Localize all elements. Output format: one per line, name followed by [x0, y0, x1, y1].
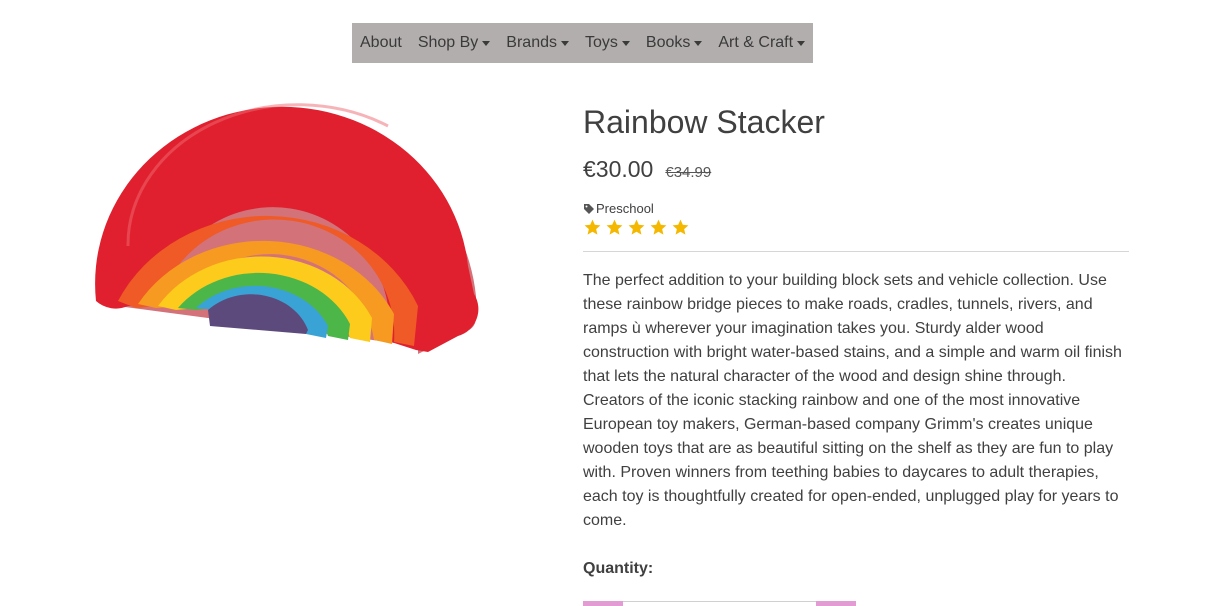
nav-books[interactable]: Books — [645, 34, 703, 52]
nav-brands[interactable]: Brands — [506, 34, 569, 52]
old-price: €34.99 — [665, 164, 712, 181]
rating-stars — [583, 218, 1129, 237]
product-description: The perfect addition to your building bl… — [583, 272, 1122, 529]
increase-quantity-button[interactable] — [816, 601, 856, 606]
quantity-stepper — [583, 601, 856, 606]
decrease-quantity-button[interactable] — [583, 601, 623, 606]
nav-about-label: About — [360, 34, 402, 51]
caret-down-icon — [797, 40, 806, 46]
star-icon — [650, 219, 667, 235]
category-tag-label: Preschool — [596, 201, 654, 216]
nav-books-label: Books — [645, 34, 691, 51]
divider — [583, 251, 1129, 252]
caret-down-icon — [482, 40, 491, 46]
quantity-input[interactable] — [623, 601, 816, 606]
star-icon — [606, 219, 623, 235]
nav-toys[interactable]: Toys — [585, 34, 630, 52]
nav-brands-label: Brands — [506, 34, 557, 51]
star-icon — [628, 219, 645, 235]
price-row: €30.00 €34.99 — [583, 156, 1129, 183]
product-image[interactable] — [88, 96, 488, 358]
product-details: Rainbow Stacker €30.00 €34.99 Preschool … — [583, 100, 1129, 578]
star-icon — [584, 219, 601, 235]
nav-shop-by-label: Shop By — [417, 34, 479, 51]
caret-down-icon — [694, 40, 703, 46]
current-price: €30.00 — [583, 156, 654, 182]
product-title: Rainbow Stacker — [583, 104, 825, 140]
nav-toys-label: Toys — [585, 34, 618, 51]
nav-shop-by[interactable]: Shop By — [417, 34, 491, 52]
tag-icon — [584, 203, 594, 214]
rainbow-stacker-illustration — [95, 103, 479, 355]
nav-art-craft[interactable]: Art & Craft — [718, 34, 806, 52]
nav-about[interactable]: About — [360, 34, 402, 52]
main-navbar: About Shop By Brands Toys Books Art & Cr… — [352, 23, 813, 63]
nav-art-craft-label: Art & Craft — [718, 34, 794, 51]
caret-down-icon — [561, 40, 569, 46]
quantity-label: Quantity: — [583, 560, 654, 577]
caret-down-icon — [621, 40, 630, 46]
star-icon — [672, 219, 689, 235]
category-tag[interactable]: Preschool — [583, 201, 1129, 216]
